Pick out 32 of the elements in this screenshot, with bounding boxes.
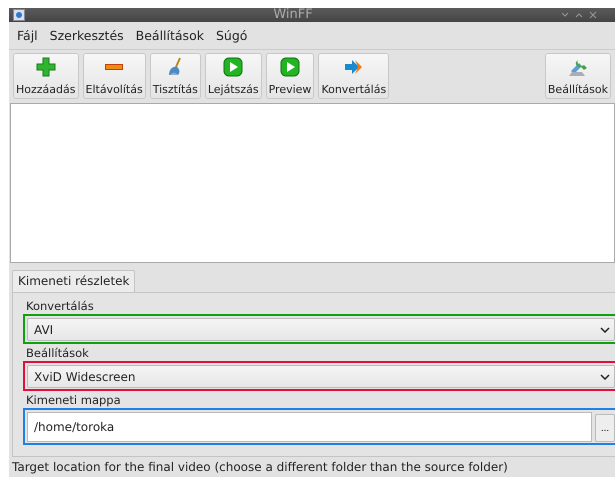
toolbar-button[interactable]: Konvertálás (318, 53, 390, 99)
status-text: Target location for the final video (choose a different folder than the source folder) (11, 459, 509, 476)
toolbar-button[interactable]: Beállítások (544, 53, 611, 99)
field-label: Beállítások (25, 346, 90, 361)
minimize-icon (561, 12, 569, 18)
menu-item[interactable]: Fájl (17, 28, 38, 43)
play-icon (280, 57, 300, 77)
toolbar-button[interactable]: Tisztítás (150, 53, 201, 99)
plus-icon (36, 57, 56, 77)
maximize-icon (575, 12, 583, 18)
field-label: Konvertálás (25, 299, 95, 314)
window-title: WinFF (272, 8, 314, 22)
toolbar-button[interactable]: Preview (266, 53, 314, 99)
menu-item[interactable]: Súgó (216, 28, 248, 43)
tab[interactable]: Kimeneti részletek (12, 270, 136, 292)
file-list[interactable] (10, 103, 615, 263)
toolbar-button[interactable]: Lejátszás (204, 53, 262, 99)
toolbar-button[interactable]: Eltávolítás (82, 53, 146, 99)
close-icon (589, 11, 597, 19)
browse-button[interactable]: ... (595, 414, 615, 442)
chevron-down-icon (600, 326, 610, 332)
menu-item[interactable]: Szerkesztés (50, 28, 124, 43)
folder-field[interactable]: /home/toroka (27, 412, 592, 442)
arrows-icon (344, 57, 364, 77)
play-icon (223, 57, 244, 77)
field-label: Kimeneti mappa (25, 393, 122, 408)
menu-item[interactable]: Beállítások (136, 28, 204, 43)
dropdown[interactable]: XviD Widescreen (27, 365, 615, 388)
chevron-down-icon (600, 374, 610, 380)
dropdown[interactable]: AVI (27, 318, 615, 341)
toolbar-button[interactable]: Hozzáadás (13, 53, 78, 99)
minus-icon (105, 64, 124, 70)
